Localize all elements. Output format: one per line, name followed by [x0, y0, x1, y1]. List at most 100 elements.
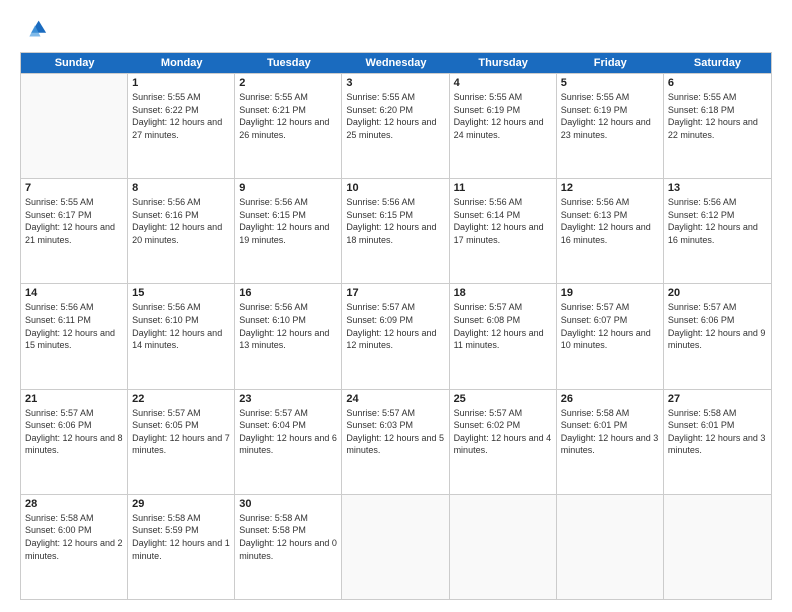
sunrise-text: Sunrise: 5:57 AM	[346, 407, 444, 420]
empty-cell-0-0	[21, 74, 128, 178]
day-cell-20: 20Sunrise: 5:57 AMSunset: 6:06 PMDayligh…	[664, 284, 771, 388]
sunset-text: Sunset: 6:17 PM	[25, 209, 123, 222]
sunset-text: Sunset: 6:12 PM	[668, 209, 767, 222]
daylight-text: Daylight: 12 hours and 3 minutes.	[561, 432, 659, 457]
sunrise-text: Sunrise: 5:55 AM	[561, 91, 659, 104]
daylight-text: Daylight: 12 hours and 25 minutes.	[346, 116, 444, 141]
sunrise-text: Sunrise: 5:56 AM	[132, 301, 230, 314]
sunset-text: Sunset: 6:22 PM	[132, 104, 230, 117]
daylight-text: Daylight: 12 hours and 19 minutes.	[239, 221, 337, 246]
daylight-text: Daylight: 12 hours and 8 minutes.	[25, 432, 123, 457]
daylight-text: Daylight: 12 hours and 20 minutes.	[132, 221, 230, 246]
calendar: SundayMondayTuesdayWednesdayThursdayFrid…	[20, 52, 772, 600]
sunset-text: Sunset: 6:13 PM	[561, 209, 659, 222]
day-number: 3	[346, 77, 444, 89]
day-cell-28: 28Sunrise: 5:58 AMSunset: 6:00 PMDayligh…	[21, 495, 128, 599]
day-cell-12: 12Sunrise: 5:56 AMSunset: 6:13 PMDayligh…	[557, 179, 664, 283]
logo	[20, 16, 52, 44]
empty-cell-4-3	[342, 495, 449, 599]
sunset-text: Sunset: 6:00 PM	[25, 524, 123, 537]
sunset-text: Sunset: 6:16 PM	[132, 209, 230, 222]
sunrise-text: Sunrise: 5:56 AM	[239, 301, 337, 314]
sunrise-text: Sunrise: 5:56 AM	[132, 196, 230, 209]
header-day-monday: Monday	[128, 53, 235, 73]
day-cell-23: 23Sunrise: 5:57 AMSunset: 6:04 PMDayligh…	[235, 390, 342, 494]
day-number: 17	[346, 287, 444, 299]
sunrise-text: Sunrise: 5:56 AM	[561, 196, 659, 209]
sunset-text: Sunset: 6:15 PM	[239, 209, 337, 222]
day-cell-24: 24Sunrise: 5:57 AMSunset: 6:03 PMDayligh…	[342, 390, 449, 494]
day-cell-14: 14Sunrise: 5:56 AMSunset: 6:11 PMDayligh…	[21, 284, 128, 388]
day-cell-10: 10Sunrise: 5:56 AMSunset: 6:15 PMDayligh…	[342, 179, 449, 283]
day-cell-4: 4Sunrise: 5:55 AMSunset: 6:19 PMDaylight…	[450, 74, 557, 178]
day-number: 7	[25, 182, 123, 194]
day-cell-13: 13Sunrise: 5:56 AMSunset: 6:12 PMDayligh…	[664, 179, 771, 283]
day-number: 8	[132, 182, 230, 194]
page: SundayMondayTuesdayWednesdayThursdayFrid…	[0, 0, 792, 612]
sunrise-text: Sunrise: 5:56 AM	[454, 196, 552, 209]
day-number: 18	[454, 287, 552, 299]
day-cell-30: 30Sunrise: 5:58 AMSunset: 5:58 PMDayligh…	[235, 495, 342, 599]
sunrise-text: Sunrise: 5:58 AM	[561, 407, 659, 420]
sunrise-text: Sunrise: 5:56 AM	[668, 196, 767, 209]
day-number: 24	[346, 393, 444, 405]
day-number: 25	[454, 393, 552, 405]
sunset-text: Sunset: 5:59 PM	[132, 524, 230, 537]
day-number: 30	[239, 498, 337, 510]
daylight-text: Daylight: 12 hours and 11 minutes.	[454, 327, 552, 352]
sunrise-text: Sunrise: 5:56 AM	[25, 301, 123, 314]
sunrise-text: Sunrise: 5:55 AM	[132, 91, 230, 104]
day-number: 5	[561, 77, 659, 89]
day-cell-8: 8 Sunrise: 5:56 AMSunset: 6:16 PMDaylight…	[128, 179, 235, 283]
sunrise-text: Sunrise: 5:57 AM	[454, 301, 552, 314]
sunrise-text: Sunrise: 5:58 AM	[132, 512, 230, 525]
empty-cell-4-6	[664, 495, 771, 599]
day-number: 9	[239, 182, 337, 194]
sunrise-text: Sunrise: 5:58 AM	[25, 512, 123, 525]
sunrise-text: Sunrise: 5:58 AM	[668, 407, 767, 420]
sunset-text: Sunset: 6:09 PM	[346, 314, 444, 327]
day-cell-9: 9 Sunrise: 5:56 AMSunset: 6:15 PMDaylight…	[235, 179, 342, 283]
daylight-text: Daylight: 12 hours and 0 minutes.	[239, 537, 337, 562]
calendar-row-0: 1Sunrise: 5:55 AMSunset: 6:22 PMDaylight…	[21, 73, 771, 178]
daylight-text: Daylight: 12 hours and 7 minutes.	[132, 432, 230, 457]
day-cell-19: 19Sunrise: 5:57 AMSunset: 6:07 PMDayligh…	[557, 284, 664, 388]
day-number: 23	[239, 393, 337, 405]
daylight-text: Daylight: 12 hours and 26 minutes.	[239, 116, 337, 141]
header-day-tuesday: Tuesday	[235, 53, 342, 73]
header-day-wednesday: Wednesday	[342, 53, 449, 73]
sunrise-text: Sunrise: 5:55 AM	[239, 91, 337, 104]
day-number: 2	[239, 77, 337, 89]
daylight-text: Daylight: 12 hours and 4 minutes.	[454, 432, 552, 457]
sunset-text: Sunset: 6:01 PM	[668, 419, 767, 432]
daylight-text: Daylight: 12 hours and 18 minutes.	[346, 221, 444, 246]
empty-cell-4-5	[557, 495, 664, 599]
day-cell-1: 1Sunrise: 5:55 AMSunset: 6:22 PMDaylight…	[128, 74, 235, 178]
header-day-saturday: Saturday	[664, 53, 771, 73]
sunrise-text: Sunrise: 5:56 AM	[346, 196, 444, 209]
day-number: 29	[132, 498, 230, 510]
sunrise-text: Sunrise: 5:57 AM	[454, 407, 552, 420]
day-cell-18: 18Sunrise: 5:57 AMSunset: 6:08 PMDayligh…	[450, 284, 557, 388]
daylight-text: Daylight: 12 hours and 9 minutes.	[668, 327, 767, 352]
sunrise-text: Sunrise: 5:55 AM	[25, 196, 123, 209]
daylight-text: Daylight: 12 hours and 23 minutes.	[561, 116, 659, 141]
day-cell-2: 2Sunrise: 5:55 AMSunset: 6:21 PMDaylight…	[235, 74, 342, 178]
sunset-text: Sunset: 5:58 PM	[239, 524, 337, 537]
day-cell-17: 17Sunrise: 5:57 AMSunset: 6:09 PMDayligh…	[342, 284, 449, 388]
sunset-text: Sunset: 6:01 PM	[561, 419, 659, 432]
daylight-text: Daylight: 12 hours and 24 minutes.	[454, 116, 552, 141]
sunrise-text: Sunrise: 5:56 AM	[239, 196, 337, 209]
day-cell-22: 22Sunrise: 5:57 AMSunset: 6:05 PMDayligh…	[128, 390, 235, 494]
sunrise-text: Sunrise: 5:57 AM	[561, 301, 659, 314]
sunset-text: Sunset: 6:04 PM	[239, 419, 337, 432]
calendar-row-3: 21Sunrise: 5:57 AMSunset: 6:06 PMDayligh…	[21, 389, 771, 494]
daylight-text: Daylight: 12 hours and 1 minute.	[132, 537, 230, 562]
daylight-text: Daylight: 12 hours and 14 minutes.	[132, 327, 230, 352]
day-number: 22	[132, 393, 230, 405]
sunrise-text: Sunrise: 5:55 AM	[454, 91, 552, 104]
sunset-text: Sunset: 6:06 PM	[668, 314, 767, 327]
day-number: 13	[668, 182, 767, 194]
day-cell-11: 11Sunrise: 5:56 AMSunset: 6:14 PMDayligh…	[450, 179, 557, 283]
header	[20, 16, 772, 44]
